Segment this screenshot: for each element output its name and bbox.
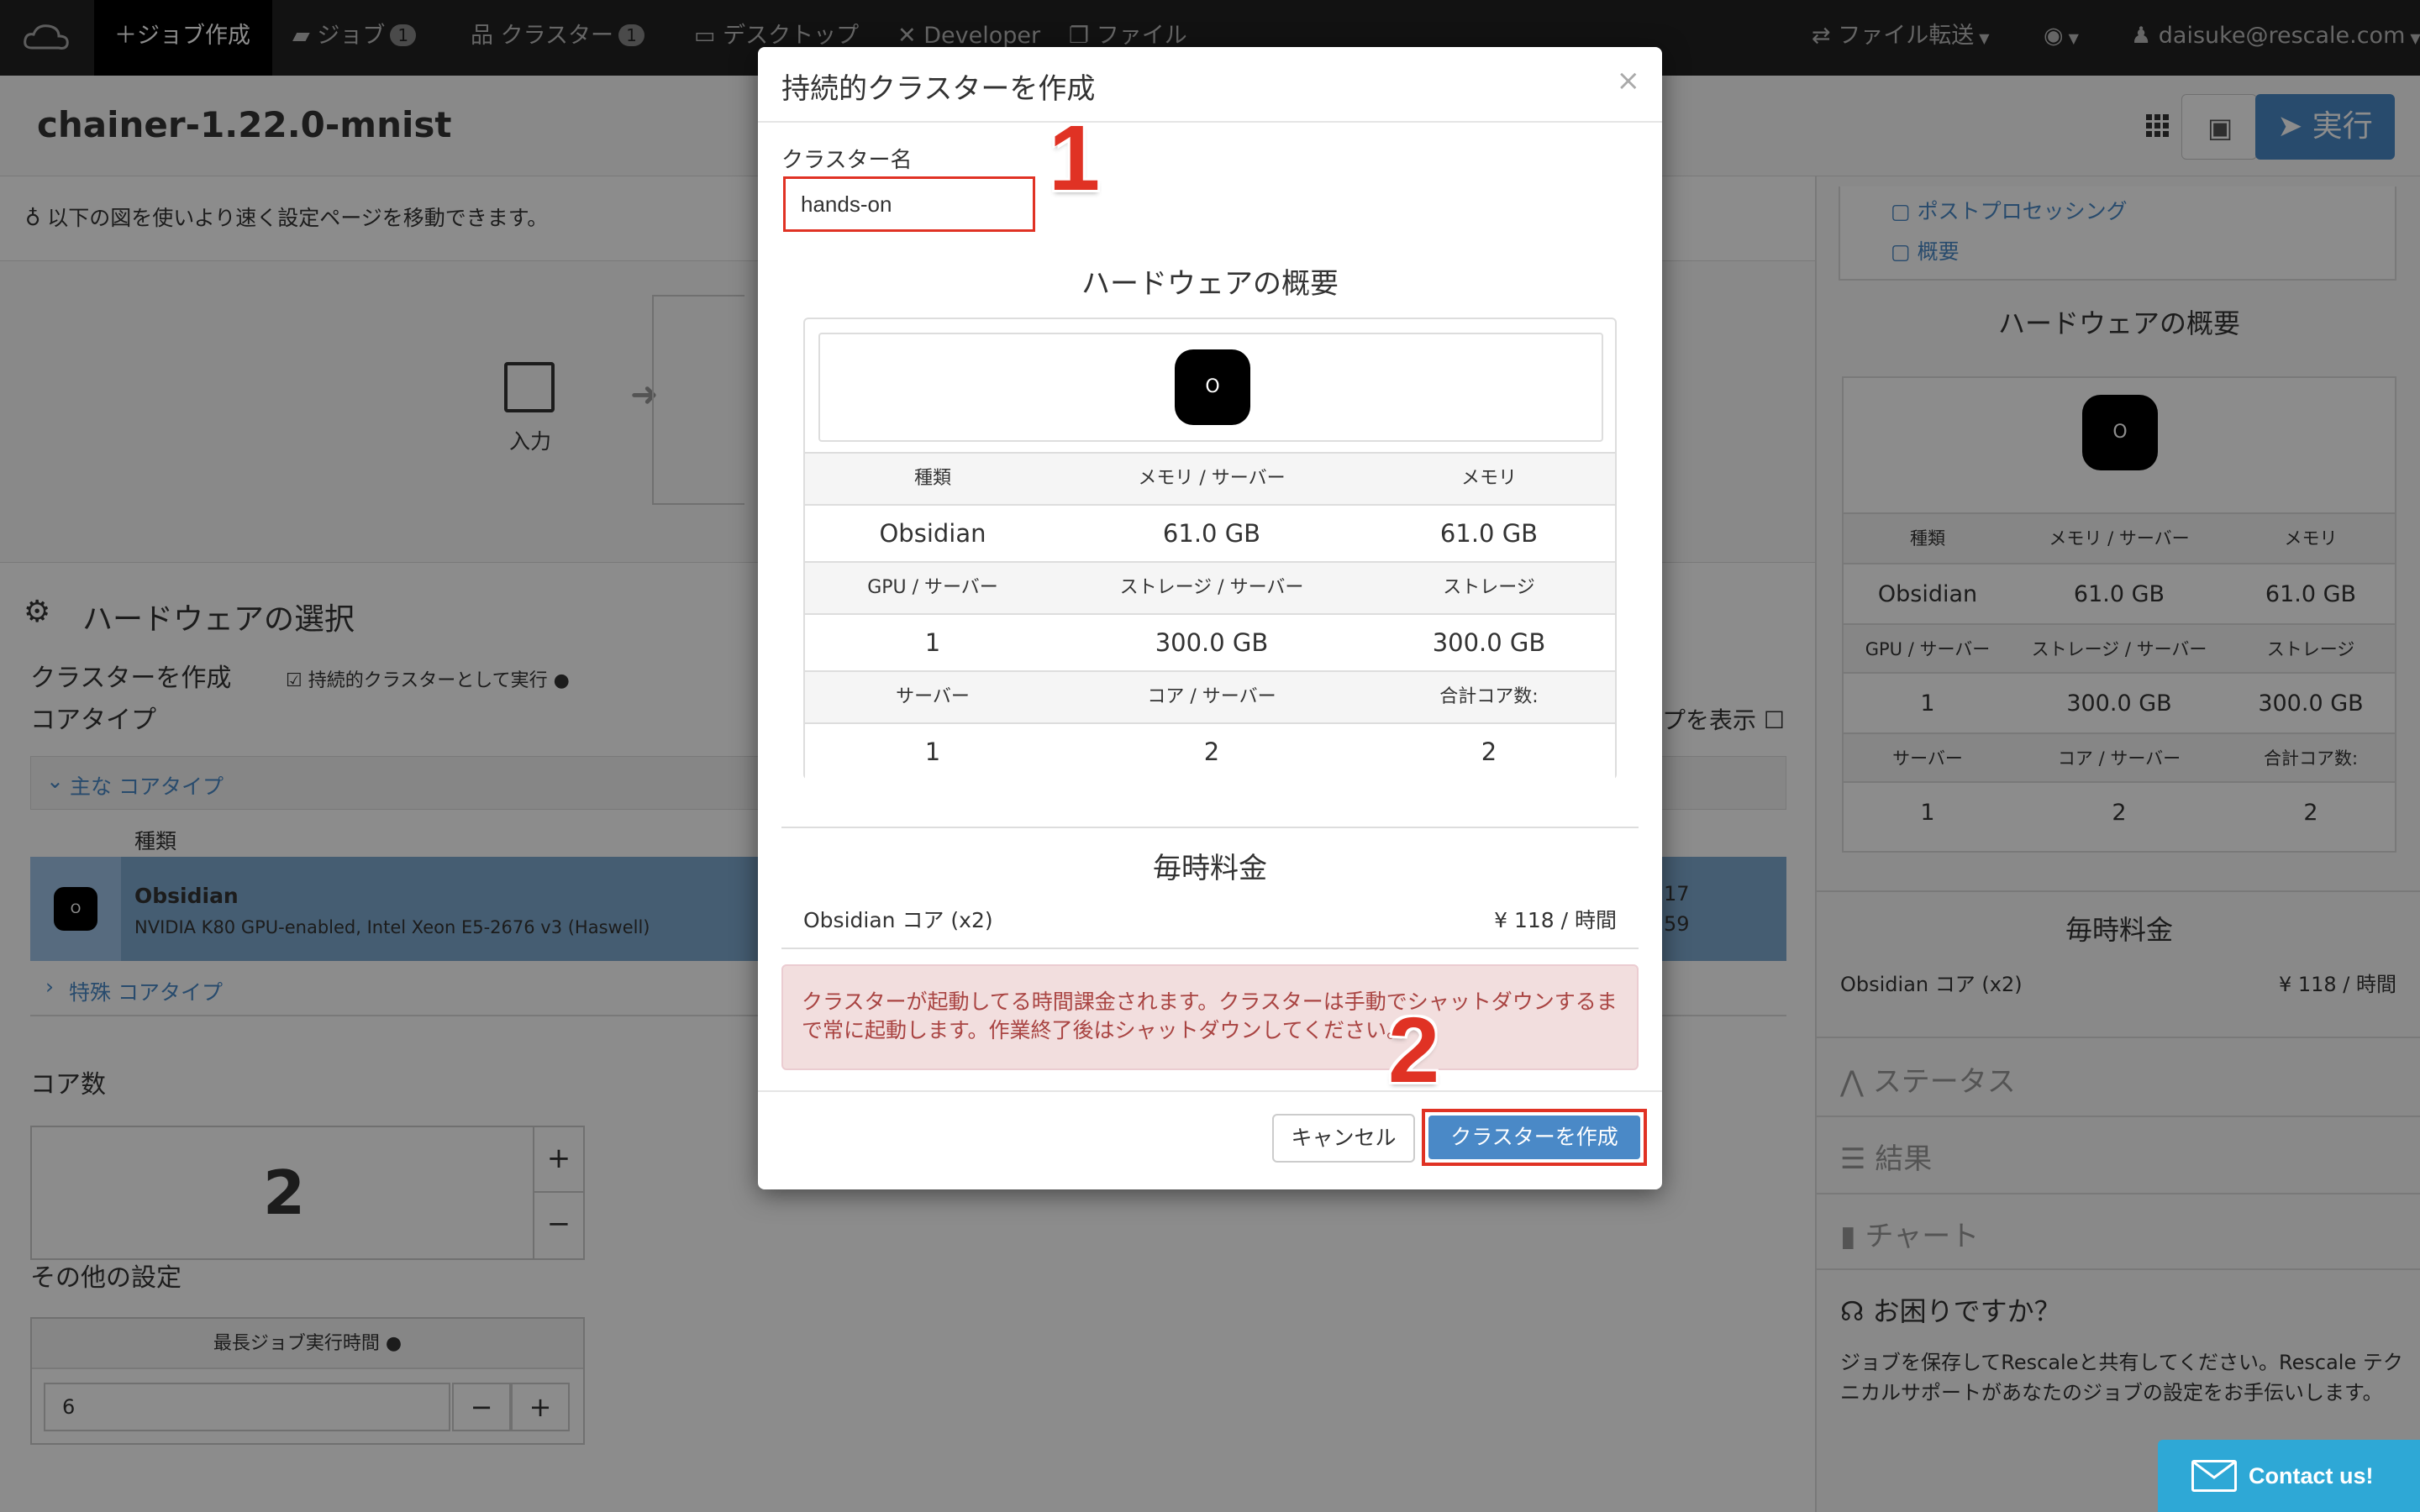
hw-head-memory-per-server: メモリ / サーバー xyxy=(1138,468,1286,489)
hw-header-row: サーバー コア / サーバー 合計コア数: xyxy=(805,670,1615,722)
price-row: Obsidian コア (x2) ¥ 118 / 時間 xyxy=(803,904,1617,934)
modal-title: 持続的クラスターを作成 xyxy=(781,72,1096,106)
divider xyxy=(781,948,1639,949)
cluster-name-label: クラスター名 xyxy=(781,148,913,173)
hw-head-type: 種類 xyxy=(913,468,951,489)
hw-memory-per-server-value: 61.0 GB xyxy=(1162,519,1261,548)
hw-storage-value: 300.0 GB xyxy=(1432,628,1546,657)
hourly-rate-title: 毎時料金 xyxy=(1153,852,1267,885)
hw-type-value: Obsidian xyxy=(879,519,986,548)
annotation-number-2: 2 xyxy=(1388,999,1440,1102)
modal-footer: キャンセル クラスターを作成 xyxy=(758,1090,1662,1189)
hw-head-gpu: GPU / サーバー xyxy=(867,577,998,598)
cluster-name-input[interactable] xyxy=(783,176,1035,232)
hw-total-cores-value: 2 xyxy=(1481,738,1497,766)
core-icon-panel: O xyxy=(818,333,1603,442)
hw-value-row: 1 300.0 GB 300.0 GB xyxy=(805,613,1615,670)
close-icon[interactable]: × xyxy=(1617,64,1641,97)
obsidian-icon: O xyxy=(1175,349,1250,425)
hw-storage-per-server-value: 300.0 GB xyxy=(1155,628,1269,657)
hw-memory-value: 61.0 GB xyxy=(1439,519,1539,548)
hardware-overview-title: ハードウェアの概要 xyxy=(1081,267,1339,301)
create-persistent-cluster-modal: 持続的クラスターを作成 × クラスター名 1 ハードウェアの概要 O 種類 メモ… xyxy=(758,47,1662,1189)
create-cluster-highlight: クラスターを作成 xyxy=(1422,1109,1647,1166)
hw-head-storage: ストレージ xyxy=(1443,577,1535,598)
hw-servers-value: 1 xyxy=(924,738,941,766)
billing-warning-alert: クラスターが起動してる時間課金されます。クラスターは手動でシャットダウンするまで… xyxy=(781,964,1639,1070)
hw-header-row: 種類 メモリ / サーバー メモリ xyxy=(805,452,1615,504)
create-cluster-button[interactable]: クラスターを作成 xyxy=(1428,1116,1640,1159)
hw-head-servers: サーバー xyxy=(896,686,970,707)
contact-us-button[interactable]: Contact us! xyxy=(2158,1440,2420,1512)
hw-header-row: GPU / サーバー ストレージ / サーバー ストレージ xyxy=(805,561,1615,613)
hw-head-memory: メモリ xyxy=(1460,468,1517,489)
hw-cores-per-server-value: 2 xyxy=(1203,738,1220,766)
hw-value-row: 1 2 2 xyxy=(805,722,1615,780)
hw-head-total-cores: 合計コア数: xyxy=(1439,686,1539,707)
hw-value-row: Obsidian 61.0 GB 61.0 GB xyxy=(805,504,1615,561)
modal-header: 持続的クラスターを作成 × xyxy=(758,47,1662,123)
envelope-icon xyxy=(2191,1460,2237,1492)
annotation-number-1: 1 xyxy=(1049,107,1101,210)
contact-us-label: Contact us! xyxy=(2249,1463,2374,1488)
price-value: ¥ 118 / 時間 xyxy=(1494,908,1617,932)
hardware-overview-box: O 種類 メモリ / サーバー メモリ Obsidian 61.0 GB 61.… xyxy=(803,318,1617,780)
divider xyxy=(781,827,1639,828)
cancel-button[interactable]: キャンセル xyxy=(1272,1114,1415,1163)
hw-gpu-value: 1 xyxy=(924,628,941,657)
price-label: Obsidian コア (x2) xyxy=(803,908,993,932)
hw-head-storage-per-server: ストレージ / サーバー xyxy=(1119,577,1304,598)
hw-head-cores-per-server: コア / サーバー xyxy=(1147,686,1276,707)
